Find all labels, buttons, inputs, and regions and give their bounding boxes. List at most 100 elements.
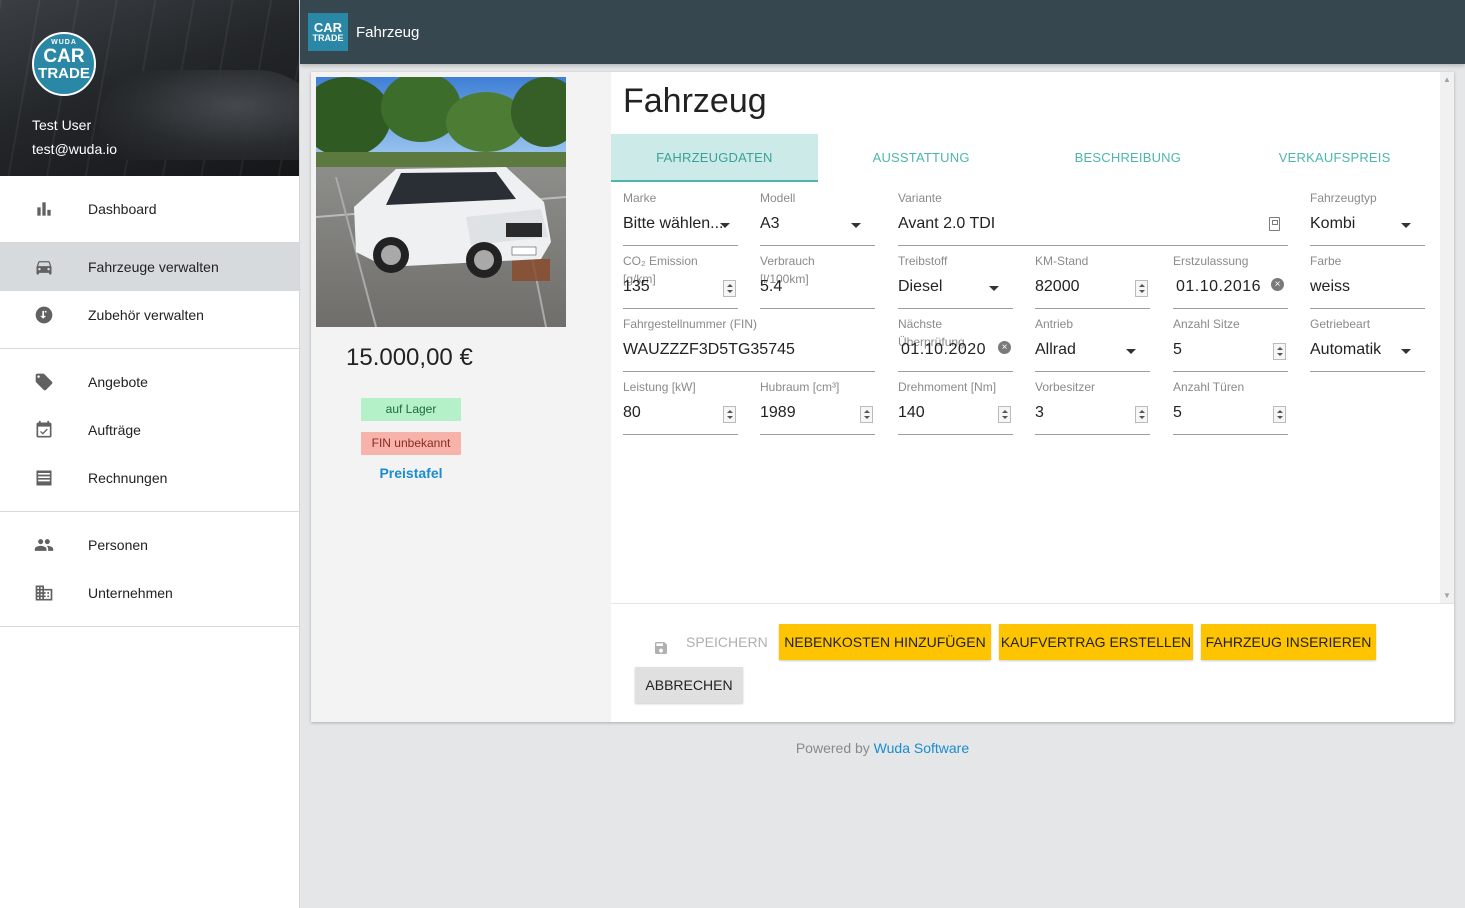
vehicle-form-panel: Fahrzeug FAHRZEUGDATEN AUSSTATTUNG BESCH… xyxy=(611,72,1454,722)
tab-ausstattung[interactable]: AUSSTATTUNG xyxy=(818,134,1025,182)
field-label: Leistung [kW] xyxy=(623,380,696,394)
user-email: test@wuda.io xyxy=(32,141,118,157)
clear-icon[interactable]: × xyxy=(1271,278,1284,291)
sidebar-item-label: Angebote xyxy=(88,374,148,390)
field-label: Variante xyxy=(898,191,942,205)
footer-link[interactable]: Wuda Software xyxy=(874,740,969,756)
tab-beschreibung[interactable]: BESCHREIBUNG xyxy=(1025,134,1232,182)
variante-input[interactable]: Variante Avant 2.0 TDI xyxy=(898,183,1288,246)
fahrzeugtyp-select[interactable]: Fahrzeugtyp Kombi xyxy=(1310,183,1425,246)
sidebar-item-label: Unternehmen xyxy=(88,585,173,601)
field-value: 01.10.2020 xyxy=(901,341,987,358)
header-car-image xyxy=(99,70,299,160)
sidebar-header: WUDA CAR TRADE Test User test@wuda.io xyxy=(0,0,299,176)
list-vehicle-button[interactable]: FAHRZEUG INSERIEREN xyxy=(1201,624,1376,660)
nav-group-dashboard: Dashboard xyxy=(0,176,299,243)
sidebar-item-label: Dashboard xyxy=(88,201,157,217)
field-value: 5.4 xyxy=(760,278,783,295)
add-ancillary-costs-button[interactable]: NEBENKOSTEN HINZUFÜGEN xyxy=(779,624,991,660)
drehmoment-input[interactable]: Drehmoment [Nm] 140 xyxy=(898,372,1013,435)
nav-group-contacts: Personen Unternehmen xyxy=(0,512,299,627)
field-value: 3 xyxy=(1035,404,1044,421)
field-value: Bitte wählen... xyxy=(623,215,724,232)
dropdown-arrow-icon xyxy=(1126,349,1136,354)
leistung-input[interactable]: Leistung [kW] 80 xyxy=(623,372,738,435)
anzahl-tueren-input[interactable]: Anzahl Türen 5 xyxy=(1173,372,1288,435)
vehicle-summary-panel: 15.000,00 € auf Lager FIN unbekannt Prei… xyxy=(311,72,611,722)
field-label: Antrieb xyxy=(1035,317,1074,331)
car-icon xyxy=(33,256,55,278)
save-button[interactable]: SPEICHERN xyxy=(649,624,769,660)
co2-input[interactable]: CO₂ Emission [g/km] 135 xyxy=(623,246,738,309)
hubraum-input[interactable]: Hubraum [cm³] 1989 xyxy=(760,372,875,435)
bar-chart-icon xyxy=(33,198,55,220)
anzahl-sitze-input[interactable]: Anzahl Sitze 5 xyxy=(1173,309,1288,372)
marke-select[interactable]: Marke Bitte wählen... xyxy=(623,183,738,246)
cancel-button[interactable]: ABBRECHEN xyxy=(635,667,743,703)
number-stepper[interactable] xyxy=(723,280,736,297)
field-value: Avant 2.0 TDI xyxy=(898,215,996,232)
save-button-label: SPEICHERN xyxy=(686,634,768,650)
sidebar-item-angebote[interactable]: Angebote xyxy=(0,358,299,406)
save-icon xyxy=(653,633,669,654)
logo-mid-text: CAR xyxy=(43,46,85,67)
stock-status-badge: auf Lager xyxy=(361,398,461,421)
field-label: Fahrgestellnummer (FIN) xyxy=(623,317,758,331)
price-table-link[interactable]: Preistafel xyxy=(361,465,461,481)
top-app-bar: CAR TRADE Fahrzeug xyxy=(300,0,1465,64)
user-name: Test User xyxy=(32,117,92,133)
erstzulassung-date[interactable]: Erstzulassung 01.10.2016 × xyxy=(1173,246,1288,309)
footer-prefix: Powered by xyxy=(795,740,874,756)
sidebar-item-label: Zubehör verwalten xyxy=(88,307,204,323)
getriebeart-select[interactable]: Getriebeart Automatik xyxy=(1310,309,1425,372)
sidebar-item-zubehoer[interactable]: Zubehör verwalten xyxy=(0,291,299,339)
topbar-title: Fahrzeug xyxy=(356,24,420,41)
field-value: 01.10.2016 xyxy=(1176,278,1262,295)
number-stepper[interactable] xyxy=(1135,280,1148,297)
tab-verkaufspreis[interactable]: VERKAUFSPREIS xyxy=(1231,134,1438,182)
vehicle-photo[interactable] xyxy=(316,77,566,327)
fin-input[interactable]: Fahrgestellnummer (FIN) WAUZZZF3D5TG3574… xyxy=(623,309,875,372)
farbe-input[interactable]: Farbe weiss xyxy=(1310,246,1425,309)
calculator-icon[interactable] xyxy=(1269,217,1280,231)
receipt-icon xyxy=(33,467,55,489)
number-stepper[interactable] xyxy=(860,406,873,423)
sidebar-item-fahrzeuge[interactable]: Fahrzeuge verwalten xyxy=(0,243,299,291)
actions-divider xyxy=(611,603,1454,604)
sidebar-item-rechnungen[interactable]: Rechnungen xyxy=(0,454,299,502)
field-label: Drehmoment [Nm] xyxy=(898,380,997,394)
topbar-logo[interactable]: CAR TRADE xyxy=(308,13,348,51)
sidebar-item-dashboard[interactable]: Dashboard xyxy=(0,185,299,233)
treibstoff-select[interactable]: Treibstoff Diesel xyxy=(898,246,1013,309)
number-stepper[interactable] xyxy=(998,406,1011,423)
create-purchase-contract-button[interactable]: KAUFVERTRAG ERSTELLEN xyxy=(999,624,1193,660)
nav-group-sales: Angebote Aufträge Rechnungen xyxy=(0,349,299,512)
naechste-ueberpruefung-date[interactable]: Nächste Überprüfung 01.10.2020 × xyxy=(898,309,1013,372)
sidebar-item-unternehmen[interactable]: Unternehmen xyxy=(0,569,299,617)
form-scrollbar[interactable]: ▲ ▼ xyxy=(1440,72,1454,604)
dropdown-arrow-icon xyxy=(851,223,861,228)
km-stand-input[interactable]: KM-Stand 82000 xyxy=(1035,246,1150,309)
logo-bottom-text: TRADE xyxy=(38,65,90,82)
number-stepper[interactable] xyxy=(1135,406,1148,423)
clear-icon[interactable]: × xyxy=(998,341,1011,354)
tab-fahrzeugdaten[interactable]: FAHRZEUGDATEN xyxy=(611,134,818,182)
scroll-down-icon[interactable]: ▼ xyxy=(1443,592,1451,600)
field-label: Erstzulassung xyxy=(1173,254,1249,268)
sidebar-item-personen[interactable]: Personen xyxy=(0,521,299,569)
verbrauch-input[interactable]: Verbrauch [l/100km] 5.4 xyxy=(760,246,875,309)
number-stepper[interactable] xyxy=(723,406,736,423)
number-stepper[interactable] xyxy=(1273,343,1286,360)
vorbesitzer-input[interactable]: Vorbesitzer 3 xyxy=(1035,372,1150,435)
field-label: Anzahl Türen xyxy=(1173,380,1245,394)
vehicle-price: 15.000,00 € xyxy=(346,344,473,371)
modell-select[interactable]: Modell A3 xyxy=(760,183,875,246)
field-value: Automatik xyxy=(1310,341,1382,358)
field-value: 5 xyxy=(1173,341,1182,358)
dropdown-arrow-icon xyxy=(989,286,999,291)
scroll-up-icon[interactable]: ▲ xyxy=(1443,76,1451,84)
number-stepper[interactable] xyxy=(1273,406,1286,423)
field-value: 5 xyxy=(1173,404,1182,421)
antrieb-select[interactable]: Antrieb Allrad xyxy=(1035,309,1150,372)
sidebar-item-auftraege[interactable]: Aufträge xyxy=(0,406,299,454)
